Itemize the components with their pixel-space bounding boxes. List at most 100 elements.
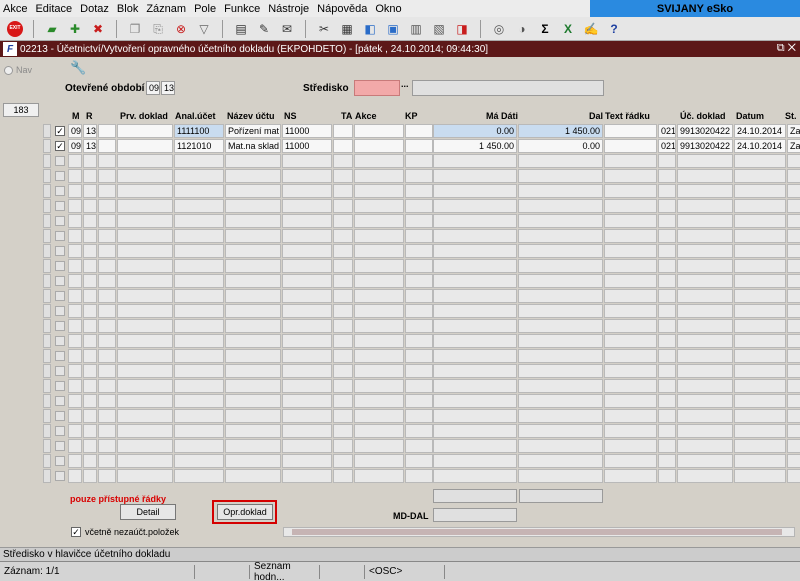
cell-anal[interactable] xyxy=(174,439,224,453)
row-selector[interactable] xyxy=(43,364,51,378)
cell-ns[interactable] xyxy=(282,439,332,453)
cell-ta[interactable] xyxy=(333,214,353,228)
cell-text[interactable] xyxy=(604,154,657,168)
cell-r[interactable] xyxy=(83,169,97,183)
cell-kp[interactable] xyxy=(405,439,433,453)
cell-ns[interactable] xyxy=(282,379,332,393)
refresh-button[interactable]: ◨ xyxy=(452,19,472,39)
cell-ns[interactable] xyxy=(282,304,332,318)
cell-dal[interactable] xyxy=(518,259,603,273)
cell-kp[interactable] xyxy=(405,424,433,438)
clear-button[interactable]: ⊗ xyxy=(171,19,191,39)
table-row[interactable] xyxy=(43,214,800,229)
cell-st[interactable] xyxy=(787,349,800,363)
cell-r[interactable] xyxy=(83,244,97,258)
cell-m[interactable] xyxy=(68,319,82,333)
cell-st[interactable] xyxy=(787,169,800,183)
cell-nazev[interactable] xyxy=(225,169,281,183)
cell-r[interactable] xyxy=(83,229,97,243)
cell-akce[interactable] xyxy=(354,214,404,228)
cell-akce[interactable] xyxy=(354,334,404,348)
table-row[interactable] xyxy=(43,154,800,169)
cell-st[interactable] xyxy=(787,184,800,198)
cell-nazev[interactable] xyxy=(225,289,281,303)
cell-anal[interactable] xyxy=(174,454,224,468)
cell-dal[interactable] xyxy=(518,424,603,438)
cell-st[interactable] xyxy=(787,364,800,378)
cell-ns[interactable] xyxy=(282,409,332,423)
excel-button[interactable]: X xyxy=(558,19,578,39)
cell-anal[interactable] xyxy=(174,229,224,243)
cell-m[interactable] xyxy=(68,469,82,483)
cell-nazev[interactable] xyxy=(225,334,281,348)
cell-datum[interactable]: 24.10.2014 xyxy=(734,139,786,153)
cell-ta[interactable] xyxy=(333,364,353,378)
cell-r[interactable] xyxy=(83,379,97,393)
row-selector[interactable] xyxy=(43,169,51,183)
menu-napoveda[interactable]: Nápověda xyxy=(317,3,367,15)
cell-ns[interactable] xyxy=(282,244,332,258)
cell-sp[interactable] xyxy=(98,334,116,348)
menu-editace[interactable]: Editace xyxy=(35,3,72,15)
cell-kp[interactable] xyxy=(405,139,433,153)
cell-dal[interactable] xyxy=(518,199,603,213)
table-row[interactable] xyxy=(43,424,800,439)
cell-nazev[interactable] xyxy=(225,229,281,243)
period-year-field[interactable]: 13 xyxy=(161,81,175,95)
cell-nazev[interactable] xyxy=(225,394,281,408)
cell-kod[interactable] xyxy=(658,244,676,258)
cell-akce[interactable] xyxy=(354,364,404,378)
cell-text[interactable] xyxy=(604,199,657,213)
cell-akce[interactable] xyxy=(354,229,404,243)
cell-st[interactable] xyxy=(787,274,800,288)
delete-record-button[interactable]: ✖ xyxy=(88,19,108,39)
cell-st[interactable] xyxy=(787,394,800,408)
cell-sp[interactable] xyxy=(98,439,116,453)
exit-button[interactable]: EXIT xyxy=(5,19,25,39)
cell-r[interactable] xyxy=(83,469,97,483)
cell-md[interactable] xyxy=(433,289,517,303)
cell-doklad[interactable] xyxy=(677,439,733,453)
cell-prv[interactable] xyxy=(117,274,173,288)
cell-datum[interactable] xyxy=(734,454,786,468)
menu-akce[interactable]: Akce xyxy=(3,3,27,15)
cell-kp[interactable] xyxy=(405,274,433,288)
cell-sp[interactable] xyxy=(98,244,116,258)
row-checkbox[interactable] xyxy=(55,306,65,316)
cell-anal[interactable] xyxy=(174,244,224,258)
row-checkbox[interactable] xyxy=(55,291,65,301)
row-selector[interactable] xyxy=(43,229,51,243)
cell-prv[interactable] xyxy=(117,334,173,348)
table-row[interactable]: ✓ 09 13 1121010 Mat.na sklad 11000 1 450.00 0.0… xyxy=(43,139,800,154)
cell-md[interactable]: 1 450.00 xyxy=(433,139,517,153)
cell-nazev[interactable] xyxy=(225,439,281,453)
cell-sp[interactable] xyxy=(98,259,116,273)
menu-dotaz[interactable]: Dotaz xyxy=(80,3,109,15)
row-selector[interactable] xyxy=(43,334,51,348)
cell-datum[interactable] xyxy=(734,214,786,228)
cell-st[interactable] xyxy=(787,424,800,438)
cell-akce[interactable] xyxy=(354,244,404,258)
cell-akce[interactable] xyxy=(354,199,404,213)
cell-kp[interactable] xyxy=(405,334,433,348)
row-selector[interactable] xyxy=(43,199,51,213)
table-row[interactable] xyxy=(43,229,800,244)
cell-ta[interactable] xyxy=(333,334,353,348)
cell-anal[interactable] xyxy=(174,154,224,168)
row-selector[interactable] xyxy=(43,304,51,318)
cell-m[interactable] xyxy=(68,169,82,183)
window-controls[interactable]: ⧉ ✕ xyxy=(777,42,796,55)
row-checkbox[interactable] xyxy=(55,381,65,391)
cell-st[interactable] xyxy=(787,334,800,348)
cell-kp[interactable] xyxy=(405,169,433,183)
cell-text[interactable] xyxy=(604,469,657,483)
cell-kod[interactable] xyxy=(658,469,676,483)
cell-text[interactable] xyxy=(604,124,657,138)
row-checkbox[interactable] xyxy=(55,321,65,331)
cell-m[interactable] xyxy=(68,364,82,378)
sum-button[interactable]: Σ xyxy=(535,19,555,39)
cell-st[interactable] xyxy=(787,439,800,453)
cell-kp[interactable] xyxy=(405,454,433,468)
cell-r[interactable] xyxy=(83,304,97,318)
cell-doklad[interactable] xyxy=(677,469,733,483)
